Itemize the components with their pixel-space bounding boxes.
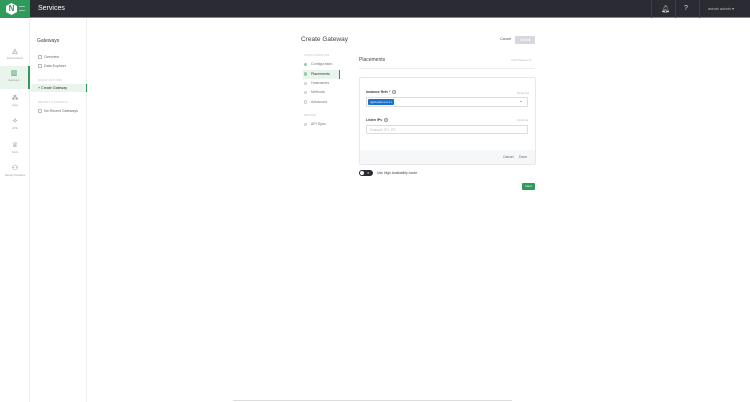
help-icon[interactable]: ? [684,5,688,12]
step-status-icon [304,81,308,86]
step-status-icon [304,72,308,76]
page-title: Create Gateway [301,36,348,43]
sidebar-item-label: Overview [44,55,59,59]
quick-actions-heading: QUICK ACTIONS [38,79,63,82]
close-icon: ✕ [367,171,370,175]
divider [699,0,700,18]
rail-label: Environments [7,57,23,60]
gateway-icon [38,109,42,114]
label-text: Listen IPs [366,118,383,122]
nginx-logo[interactable]: N [0,0,30,18]
divider [651,0,652,18]
logo-icon: N [6,3,17,15]
rail-label: APIs [12,127,18,130]
optional-hint: Optional [517,118,529,122]
label-text: Instance Refs * [366,90,391,94]
sidebar-title: Gateways [37,38,60,44]
required-hint: Required [517,91,530,95]
card-cancel-button[interactable]: Cancel [503,155,514,159]
step-methods[interactable]: Methods [303,88,340,97]
rail-label: Gateways [8,79,20,82]
toggle-knob [360,171,364,175]
sidebar-item-label: Data Explorer [44,64,66,68]
configuration-heading: CONFIGURATION [304,54,330,57]
step-label: Advanced [311,99,327,104]
apps-icon: ⁂ [11,95,19,102]
recent-gateways-heading: RECENT GATEWAYS [38,101,69,104]
app-title: Services [38,5,65,12]
step-label: Configuration [311,62,333,66]
empty-label: No Recent Gateways [44,109,78,113]
ha-label: Use High Availability mode [377,171,418,175]
chevron-down-icon: ▾ [732,6,735,11]
rail-label: Certs [11,151,19,154]
top-bar [0,0,750,18]
rail-item-identity-providers[interactable]: ⚇ Identity Providers [0,161,30,184]
ha-toggle[interactable]: ✕ [359,170,373,176]
rail-label: Apps [12,104,18,107]
step-status-icon [304,122,308,127]
step-status-icon [304,90,308,95]
step-label: Hostnames [311,81,330,85]
rail-label: Identity Providers [4,174,26,177]
instance-refs-label: Instance Refs *? [366,90,397,94]
step-hostnames[interactable]: Hostnames [303,79,340,88]
add-placement-button[interactable]: Add Placement [511,58,531,62]
apis-icon: ✧ [12,118,18,125]
section-title: Placements [359,57,386,63]
identity-providers-icon: ⚇ [11,165,19,172]
next-button[interactable]: Next [522,183,535,190]
step-advanced[interactable]: Advanced [303,98,340,107]
sub-sidebar [31,19,87,402]
step-label: API Spec [311,122,326,126]
help-icon[interactable]: ? [384,118,389,122]
chevron-down-icon[interactable]: ⌄ [519,98,523,104]
data-explorer-icon [38,64,42,69]
recent-gateways-empty: No Recent Gateways [31,107,87,115]
gateways-icon: ▥ [10,70,18,77]
listen-ips-label: Listen IPs? [366,118,389,122]
rail-item-gateways[interactable]: ▥ Gateways [0,66,30,89]
card-done-button[interactable]: Done [519,155,527,159]
listen-ips-input[interactable]: Example: IP1, IP2 [366,125,528,134]
step-configuration[interactable]: Configuration [303,60,340,69]
overview-icon [38,55,42,60]
user-name: admin admin [708,6,731,11]
step-placements[interactable]: Placements [303,69,340,79]
horizontal-scrollbar[interactable] [233,400,512,401]
step-status-icon [304,62,308,67]
sidebar-item-data-explorer[interactable]: Data Explorer [31,62,87,70]
user-menu[interactable]: admin admin ▾ [708,6,734,11]
step-label: Placements [311,71,330,76]
menu-icon[interactable] [19,6,25,11]
environments-icon: ◬ [12,48,18,55]
step-api-spec[interactable]: API Spec [303,120,340,129]
rail-item-apps[interactable]: ⁂ Apps [0,91,30,114]
sidebar-item-label: Create Gateway [41,86,68,90]
review-heading: REVIEW [304,114,317,117]
submit-button[interactable]: Submit [515,36,535,44]
instance-tag[interactable]: nginx-plus-vm-1 × [368,99,395,105]
sidebar-item-overview[interactable]: Overview [31,53,87,61]
divider [675,0,676,18]
help-icon[interactable]: ? [392,90,397,94]
step-label: Methods [311,90,325,94]
certs-icon: ♕ [11,142,19,149]
rail-item-environments[interactable]: ◬ Environments [0,44,30,67]
rail-item-apis[interactable]: ✧ APIs [0,114,30,137]
sidebar-item-create-gateway[interactable]: + Create Gateway [31,84,87,92]
cancel-button[interactable]: Cancel [500,37,511,41]
step-status-icon [304,100,308,104]
bell-icon[interactable]: 🔔︎ [661,5,670,13]
rail-item-certs[interactable]: ♕ Certs [0,138,30,161]
divider [359,68,535,69]
